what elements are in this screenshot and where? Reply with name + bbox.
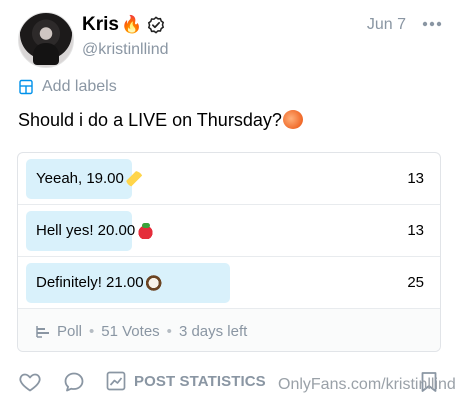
label-icon (19, 79, 33, 95)
poll-option-label: Yeeah, 19.00 (36, 170, 143, 187)
avatar[interactable] (18, 12, 74, 68)
separator-dot: • (166, 322, 172, 340)
poll-option-2[interactable]: Hell yes! 20.00 13 (18, 205, 440, 257)
poll-option-1[interactable]: Yeeah, 19.00 13 (18, 153, 440, 205)
coconut-icon (145, 274, 163, 291)
post-text: Should i do a LIVE on Thursday? (18, 110, 303, 131)
username[interactable]: @kristinllind (82, 41, 168, 59)
post-header: Kris 🔥 @kristinllind Jun 7 (18, 12, 446, 68)
post-date: Jun 7 (366, 16, 406, 33)
post-statistics-button[interactable]: POST STATISTICS (134, 373, 266, 390)
poll-option-text: Yeeah, 19.00 (36, 170, 124, 187)
name-row: Kris 🔥 (82, 14, 165, 36)
banana-icon (125, 170, 143, 187)
poll-option-label: Hell yes! 20.00 (36, 222, 155, 239)
poll-option-count: 25 (407, 274, 424, 291)
separator-dot: • (89, 322, 95, 340)
poll-type: Poll (57, 322, 83, 340)
poll-option-count: 13 (407, 170, 424, 187)
poll-icon (36, 325, 49, 338)
poll-option-label: Definitely! 21.00 (36, 274, 163, 291)
fire-icon: 🔥 (120, 15, 143, 34)
display-name[interactable]: Kris (82, 14, 119, 36)
post-text-content: Should i do a LIVE on Thursday? (18, 110, 282, 130)
poll: Yeeah, 19.00 13 Hell yes! 20.00 13 Defin… (17, 152, 441, 352)
statistics-icon[interactable] (106, 371, 126, 391)
poll-time-left: 3 days left (178, 322, 248, 340)
like-icon[interactable] (18, 370, 42, 394)
peach-icon (282, 110, 303, 129)
poll-footer: Poll • 51 Votes • 3 days left (18, 309, 440, 351)
poll-option-text: Definitely! 21.00 (36, 274, 144, 291)
comment-icon[interactable] (62, 370, 86, 394)
poll-option-text: Hell yes! 20.00 (36, 222, 136, 239)
add-labels-label: Add labels (42, 78, 117, 95)
strawberry-icon (137, 222, 155, 239)
verified-icon (148, 16, 165, 34)
add-labels-button[interactable]: Add labels (18, 78, 117, 96)
poll-option-3[interactable]: Definitely! 21.00 25 (18, 257, 440, 309)
poll-votes: 51 Votes (101, 322, 160, 340)
watermark: OnlyFans.com/kristinllind (278, 376, 456, 393)
more-options-icon[interactable] (422, 17, 442, 31)
poll-option-count: 13 (407, 222, 424, 239)
